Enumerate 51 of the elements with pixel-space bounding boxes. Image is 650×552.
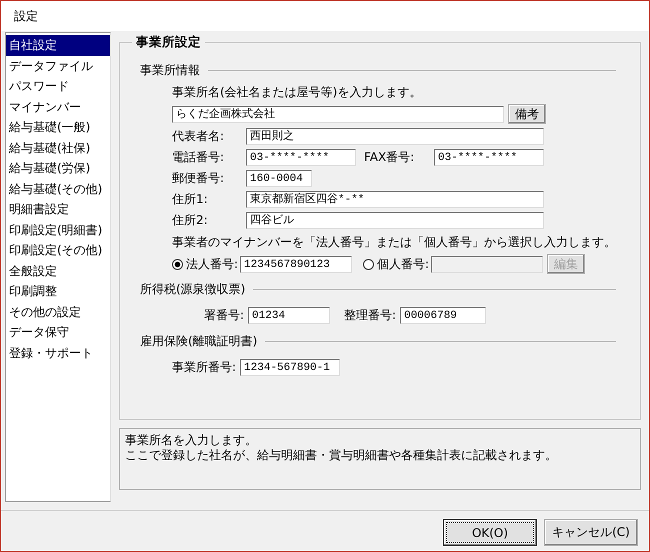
field-label: FAX番号: (364, 148, 416, 166)
field-label: 事業所番号: (172, 358, 236, 376)
section-heading: 所得税(源泉徴収票) (140, 280, 246, 298)
sidebar-item[interactable]: データファイル (6, 56, 110, 76)
sidebar-item[interactable]: パスワード (6, 76, 110, 96)
sidebar-item[interactable]: マイナンバー (6, 96, 110, 117)
representative-field[interactable]: 西田則之 (246, 128, 544, 144)
sidebar-item[interactable]: 給与基礎(その他) (6, 178, 110, 199)
notes-button[interactable]: 備考 (508, 104, 546, 124)
cancel-button[interactable]: キャンセル(C) (544, 519, 638, 546)
fax-field[interactable]: 03-****-**** (434, 148, 544, 166)
sidebar-item[interactable]: 給与基礎(労保) (6, 158, 110, 178)
field-label: 郵便番号: (172, 170, 226, 186)
description-text: 事業所名を入力します。 (125, 433, 257, 447)
sidebar-item[interactable]: 印刷設定(その他) (6, 240, 110, 260)
section-heading: 事業所情報 (140, 62, 200, 78)
field-label: 署番号: (204, 306, 244, 324)
address-field[interactable]: 四谷ビル (246, 212, 544, 228)
radio-label: 個人番号: (377, 256, 430, 272)
field-label: 電話番号: (172, 148, 226, 166)
ok-button[interactable]: OK(O) (443, 519, 537, 546)
sidebar-item[interactable]: 給与基礎(一般) (6, 117, 110, 138)
sidebar-item[interactable]: 自社設定 (6, 35, 110, 56)
radio-button[interactable] (172, 258, 183, 270)
field-label: 事業者のマイナンバーを「法人番号」または「個人番号」から選択し入力します。 (172, 234, 616, 250)
radio-label: 法人番号: (186, 256, 238, 272)
sidebar-item[interactable]: その他の設定 (6, 302, 110, 322)
sidebar-item[interactable]: 印刷設定(明細書) (6, 220, 110, 240)
section-heading: 雇用保険(離職証明書) (140, 332, 258, 350)
sidebar-item[interactable]: 全般設定 (6, 260, 110, 281)
field-label: 住所1: (172, 190, 209, 208)
phone-field[interactable]: 03-****-**** (246, 148, 356, 166)
sidebar-item[interactable]: 給与基礎(社保) (6, 138, 110, 158)
sidebar-item[interactable]: 明細書設定 (6, 199, 110, 220)
postal-code-field[interactable]: 160-0004 (246, 170, 312, 186)
address-field[interactable]: 東京都新宿区四谷*-** (246, 190, 544, 208)
corporate-number-field[interactable]: 1234567890123 (240, 256, 352, 272)
office-number-field[interactable]: 1234-567890-1 (240, 358, 340, 376)
reference-number-field[interactable]: 00006789 (400, 306, 486, 324)
field-label: 事業所名(会社名または屋号等)を入力します。 (172, 84, 422, 100)
sidebar-item[interactable]: 印刷調整 (6, 281, 110, 302)
field-label: 代表者名: (172, 128, 226, 144)
sidebar-item[interactable]: データ保守 (6, 322, 110, 342)
field-label: 整理番号: (344, 306, 396, 324)
company-name-field[interactable]: らくだ企画株式会社 (172, 106, 504, 122)
group-title: 事業所設定 (132, 34, 205, 51)
sidebar-item[interactable]: 登録・サポート (6, 342, 110, 363)
window-title: 設定 (14, 8, 38, 24)
field-label: 住所2: (172, 212, 209, 228)
description-text: ここで登録した社名が、給与明細書・賞与明細書や各種集計表に記載されます。 (125, 448, 557, 462)
tax-office-number-field[interactable]: 01234 (248, 306, 330, 324)
